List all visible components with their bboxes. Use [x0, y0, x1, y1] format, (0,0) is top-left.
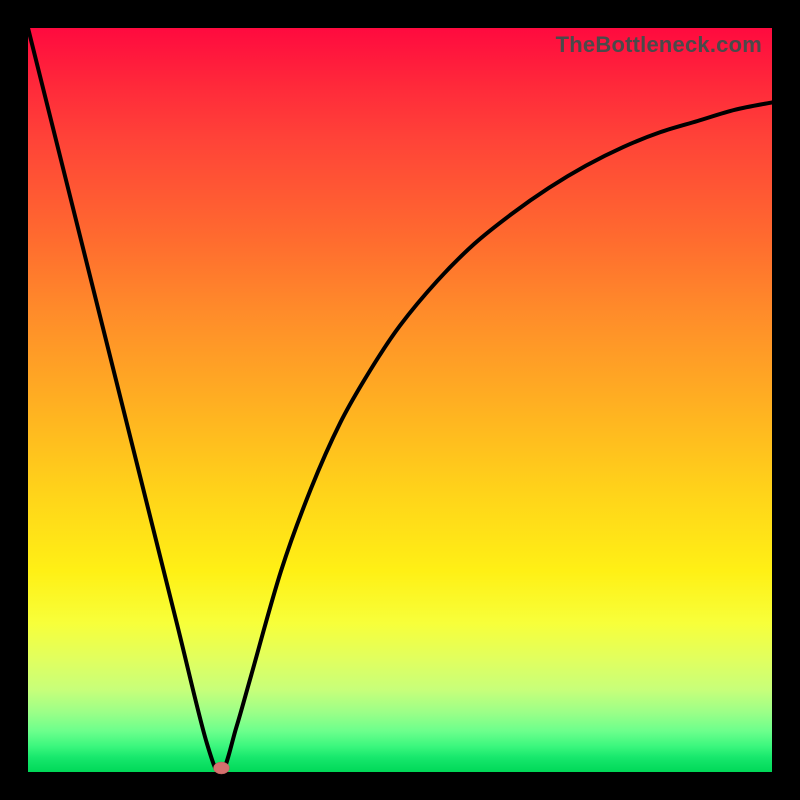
chart-frame: TheBottleneck.com [0, 0, 800, 800]
curve-path [28, 28, 772, 772]
plot-area: TheBottleneck.com [28, 28, 772, 772]
minimum-marker [213, 762, 229, 774]
bottleneck-curve [28, 28, 772, 772]
